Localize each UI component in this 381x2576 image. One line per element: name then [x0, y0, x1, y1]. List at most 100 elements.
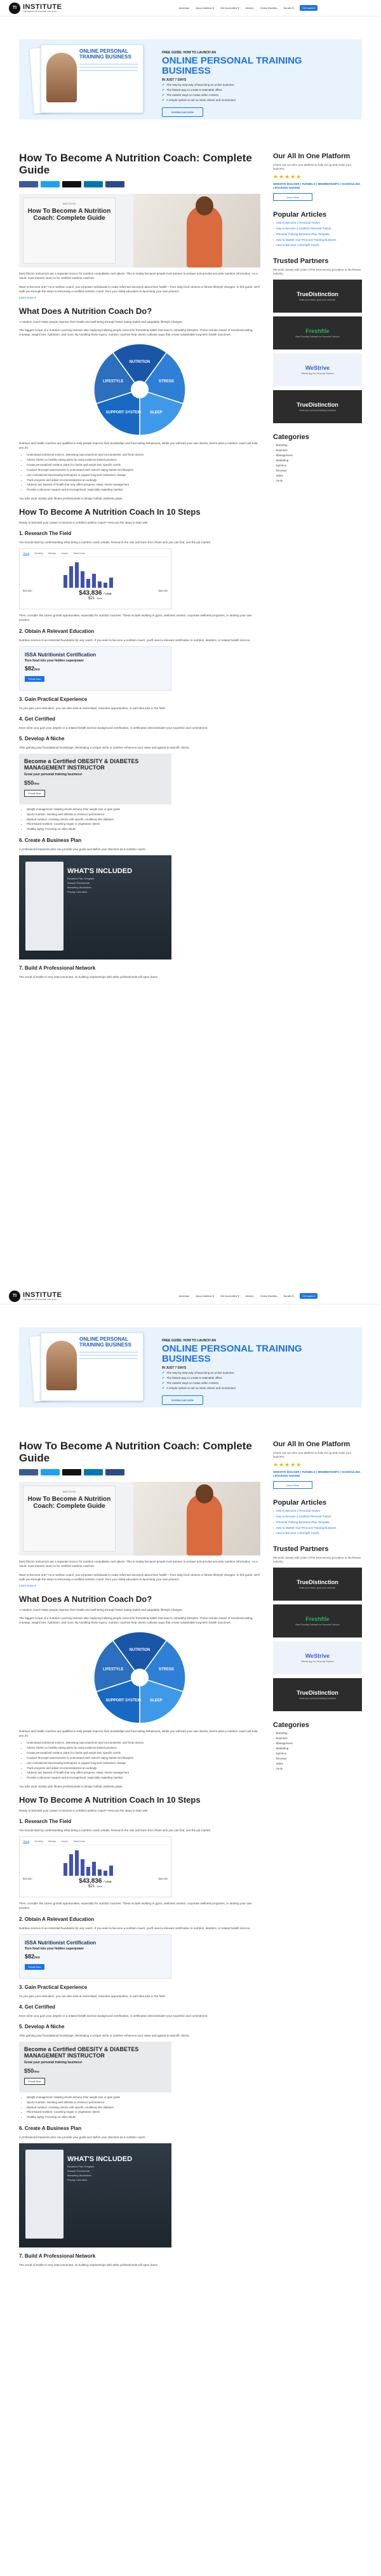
- partner-ad[interactable]: Freshfile Best Running Software for Pers…: [273, 1604, 362, 1638]
- email-share-button[interactable]: [105, 1469, 124, 1476]
- nav-item-about[interactable]: About Institute ▾: [196, 6, 214, 10]
- learn-more-button[interactable]: Learn More: [273, 193, 312, 201]
- partner-ad[interactable]: Freshfile Best Running Software for Pers…: [273, 316, 362, 350]
- linkedin-share-button[interactable]: [84, 181, 103, 188]
- tab-hourly[interactable]: Hourly: [61, 1840, 68, 1843]
- share-buttons: [19, 1469, 260, 1476]
- issa-nutritionist-ad[interactable]: ISSA Nutritionist Certification Turn foo…: [19, 646, 171, 691]
- category-link[interactable]: Business: [273, 1737, 362, 1740]
- partner-ad[interactable]: WeStrive Fitness App for Personal Traine…: [273, 1641, 362, 1675]
- nav-item-articles[interactable]: Articles: [245, 1294, 253, 1298]
- nav-item-advertise[interactable]: Advertise: [179, 1294, 190, 1298]
- nav-item-advertise[interactable]: Advertise: [179, 6, 190, 10]
- popular-article-link[interactable]: › How to Become A Personal Trainer: [273, 221, 362, 225]
- tab-tablet-hour[interactable]: Tablet Hour: [73, 1840, 85, 1843]
- popular-article-link[interactable]: › How to Market Your Personal Training B…: [273, 1526, 362, 1530]
- step-heading: 5. Develop A Niche: [19, 2023, 65, 2030]
- sidebar-heading: Popular Articles: [273, 211, 326, 219]
- nav-item-bundle[interactable]: Bundle ▾: [284, 1294, 294, 1298]
- learn-more-toggle[interactable]: Learn more ▾: [19, 1584, 260, 1588]
- enroll-now-button[interactable]: Enroll Now: [25, 1963, 45, 1970]
- sidebar-heading: Popular Articles: [273, 1499, 326, 1507]
- category-link[interactable]: Tools: [273, 1767, 362, 1770]
- linkedin-share-button[interactable]: [84, 1469, 103, 1476]
- category-link[interactable]: Sales: [273, 474, 362, 477]
- twitter-share-button[interactable]: [41, 1469, 60, 1476]
- category-link[interactable]: Business: [273, 449, 362, 452]
- guide-mockup: ONLINE PERSONAL TRAINING BUSINESS: [19, 39, 156, 119]
- article-intro-2: Want to become one? As a nutrition coach…: [19, 1573, 260, 1581]
- enroll-now-button[interactable]: Enroll Now: [25, 675, 45, 682]
- obesity-diabetes-ad[interactable]: Become a Certified OBESITY & DIABETES MA…: [19, 2041, 171, 2092]
- download-now-button[interactable]: DOWNLOAD NOW: [162, 1395, 203, 1405]
- partner-ad[interactable]: TrueDistinction Build your brand, grow y…: [273, 280, 362, 313]
- partner-ad[interactable]: TrueDistinction Grow your personal train…: [273, 1678, 362, 1712]
- nav-item-accredited[interactable]: Get Accredited ▾: [220, 1294, 239, 1298]
- category-link[interactable]: Reviews: [273, 1757, 362, 1760]
- partner-ad[interactable]: TrueDistinction Grow your personal train…: [273, 390, 362, 424]
- category-link[interactable]: Nutrition: [273, 464, 362, 467]
- category-link[interactable]: Management: [273, 1742, 362, 1745]
- site-logo[interactable]: TI INSTITUTE THE PERSONAL TRAINER INSTIT…: [9, 1290, 62, 1302]
- category-link[interactable]: Nutrition: [273, 1752, 362, 1755]
- category-link[interactable]: Reviews: [273, 469, 362, 472]
- issa-nutritionist-ad[interactable]: ISSA Nutritionist Certification Turn foo…: [19, 1934, 171, 1979]
- popular-article-link[interactable]: › How to Market Your Personal Training B…: [273, 238, 362, 242]
- tab-monthly[interactable]: Monthly: [34, 1840, 43, 1843]
- tab-yearly[interactable]: Yearly: [23, 1840, 30, 1844]
- facebook-share-button[interactable]: [19, 181, 38, 188]
- obesity-diabetes-ad[interactable]: Become a Certified OBESITY & DIABETES MA…: [19, 753, 171, 804]
- x-share-button[interactable]: [62, 1469, 81, 1476]
- nav-item-accredited[interactable]: Get Accredited ▾: [220, 6, 239, 10]
- nav-item-about[interactable]: About Institute ▾: [196, 1294, 214, 1298]
- get-started-button[interactable]: Get started: [300, 5, 318, 11]
- download-now-button[interactable]: DOWNLOAD NOW: [162, 107, 203, 117]
- category-link[interactable]: Sales: [273, 1762, 362, 1765]
- x-share-button[interactable]: [62, 181, 81, 188]
- tab-monthly[interactable]: Monthly: [34, 552, 43, 555]
- step-heading: 2. Obtain A Relevant Education: [19, 628, 95, 634]
- platform-features-link[interactable]: WEBSITE BUILDER | FUNNELS | MEMBERSHIPS …: [273, 1470, 362, 1478]
- site-logo[interactable]: TI INSTITUTE THE PERSONAL TRAINER INSTIT…: [9, 2, 62, 14]
- tab-yearly[interactable]: Yearly: [23, 552, 30, 556]
- learn-more-button[interactable]: Learn More: [273, 1481, 312, 1489]
- tab-weekly[interactable]: Weekly: [48, 552, 56, 555]
- sidebar-heading: Trusted Partners: [273, 1545, 329, 1554]
- step-paragraph: A professional business plan can provide…: [19, 2136, 146, 2139]
- category-link[interactable]: Marketing: [273, 1747, 362, 1750]
- category-link[interactable]: Branding: [273, 1732, 362, 1735]
- nav-item-bundles[interactable]: Online Bundles: [260, 1294, 277, 1298]
- nav-item-bundle[interactable]: Bundle ▾: [284, 6, 294, 10]
- tab-hourly[interactable]: Hourly: [61, 552, 68, 555]
- category-link[interactable]: Marketing: [273, 459, 362, 462]
- category-link[interactable]: Management: [273, 454, 362, 457]
- partner-ad[interactable]: TrueDistinction Build your brand, grow y…: [273, 1568, 362, 1601]
- popular-article-link[interactable]: › How to become a Certified Personal Tra…: [273, 1515, 362, 1519]
- platform-features-link[interactable]: WEBSITE BUILDER | FUNNELS | MEMBERSHIPS …: [273, 182, 362, 190]
- tab-tablet-hour[interactable]: Tablet Hour: [73, 552, 85, 555]
- hero-title-card: INSTITUTE How To Become A Nutrition Coac…: [23, 1486, 116, 1552]
- tab-weekly[interactable]: Weekly: [48, 1840, 56, 1843]
- pie-center: [131, 1669, 149, 1687]
- list-item: Plant-based nutrition: Coaching vegan or…: [27, 822, 260, 827]
- partner-ad[interactable]: WeStrive Fitness App for Personal Traine…: [273, 353, 362, 387]
- enroll-now-button[interactable]: Enroll Now: [24, 789, 46, 797]
- category-link[interactable]: Tools: [273, 479, 362, 482]
- popular-article-link[interactable]: › Personal Training Business Plan Templa…: [273, 1521, 362, 1524]
- business-plan-preview: [25, 862, 64, 951]
- included-item: Marketing Worksheet: [67, 2173, 91, 2177]
- popular-article-link[interactable]: › How to Become A Personal Trainer: [273, 1509, 362, 1513]
- popular-article-link[interactable]: › Personal Training Business Plan Templa…: [273, 233, 362, 236]
- popular-article-link[interactable]: › How to Become A Strength Coach: [273, 1531, 362, 1535]
- popular-article-link[interactable]: › How to become a Certified Personal Tra…: [273, 227, 362, 231]
- popular-article-link[interactable]: › How to Become A Strength Coach: [273, 243, 362, 247]
- enroll-now-button[interactable]: Enroll Now: [24, 2077, 46, 2085]
- nav-item-bundles[interactable]: Online Bundles: [260, 6, 277, 10]
- learn-more-toggle[interactable]: Learn more ▾: [19, 296, 260, 300]
- twitter-share-button[interactable]: [41, 181, 60, 188]
- get-started-button[interactable]: Get started: [300, 1293, 318, 1299]
- facebook-share-button[interactable]: [19, 1469, 38, 1476]
- category-link[interactable]: Branding: [273, 444, 362, 447]
- email-share-button[interactable]: [105, 181, 124, 188]
- nav-item-articles[interactable]: Articles: [245, 6, 253, 10]
